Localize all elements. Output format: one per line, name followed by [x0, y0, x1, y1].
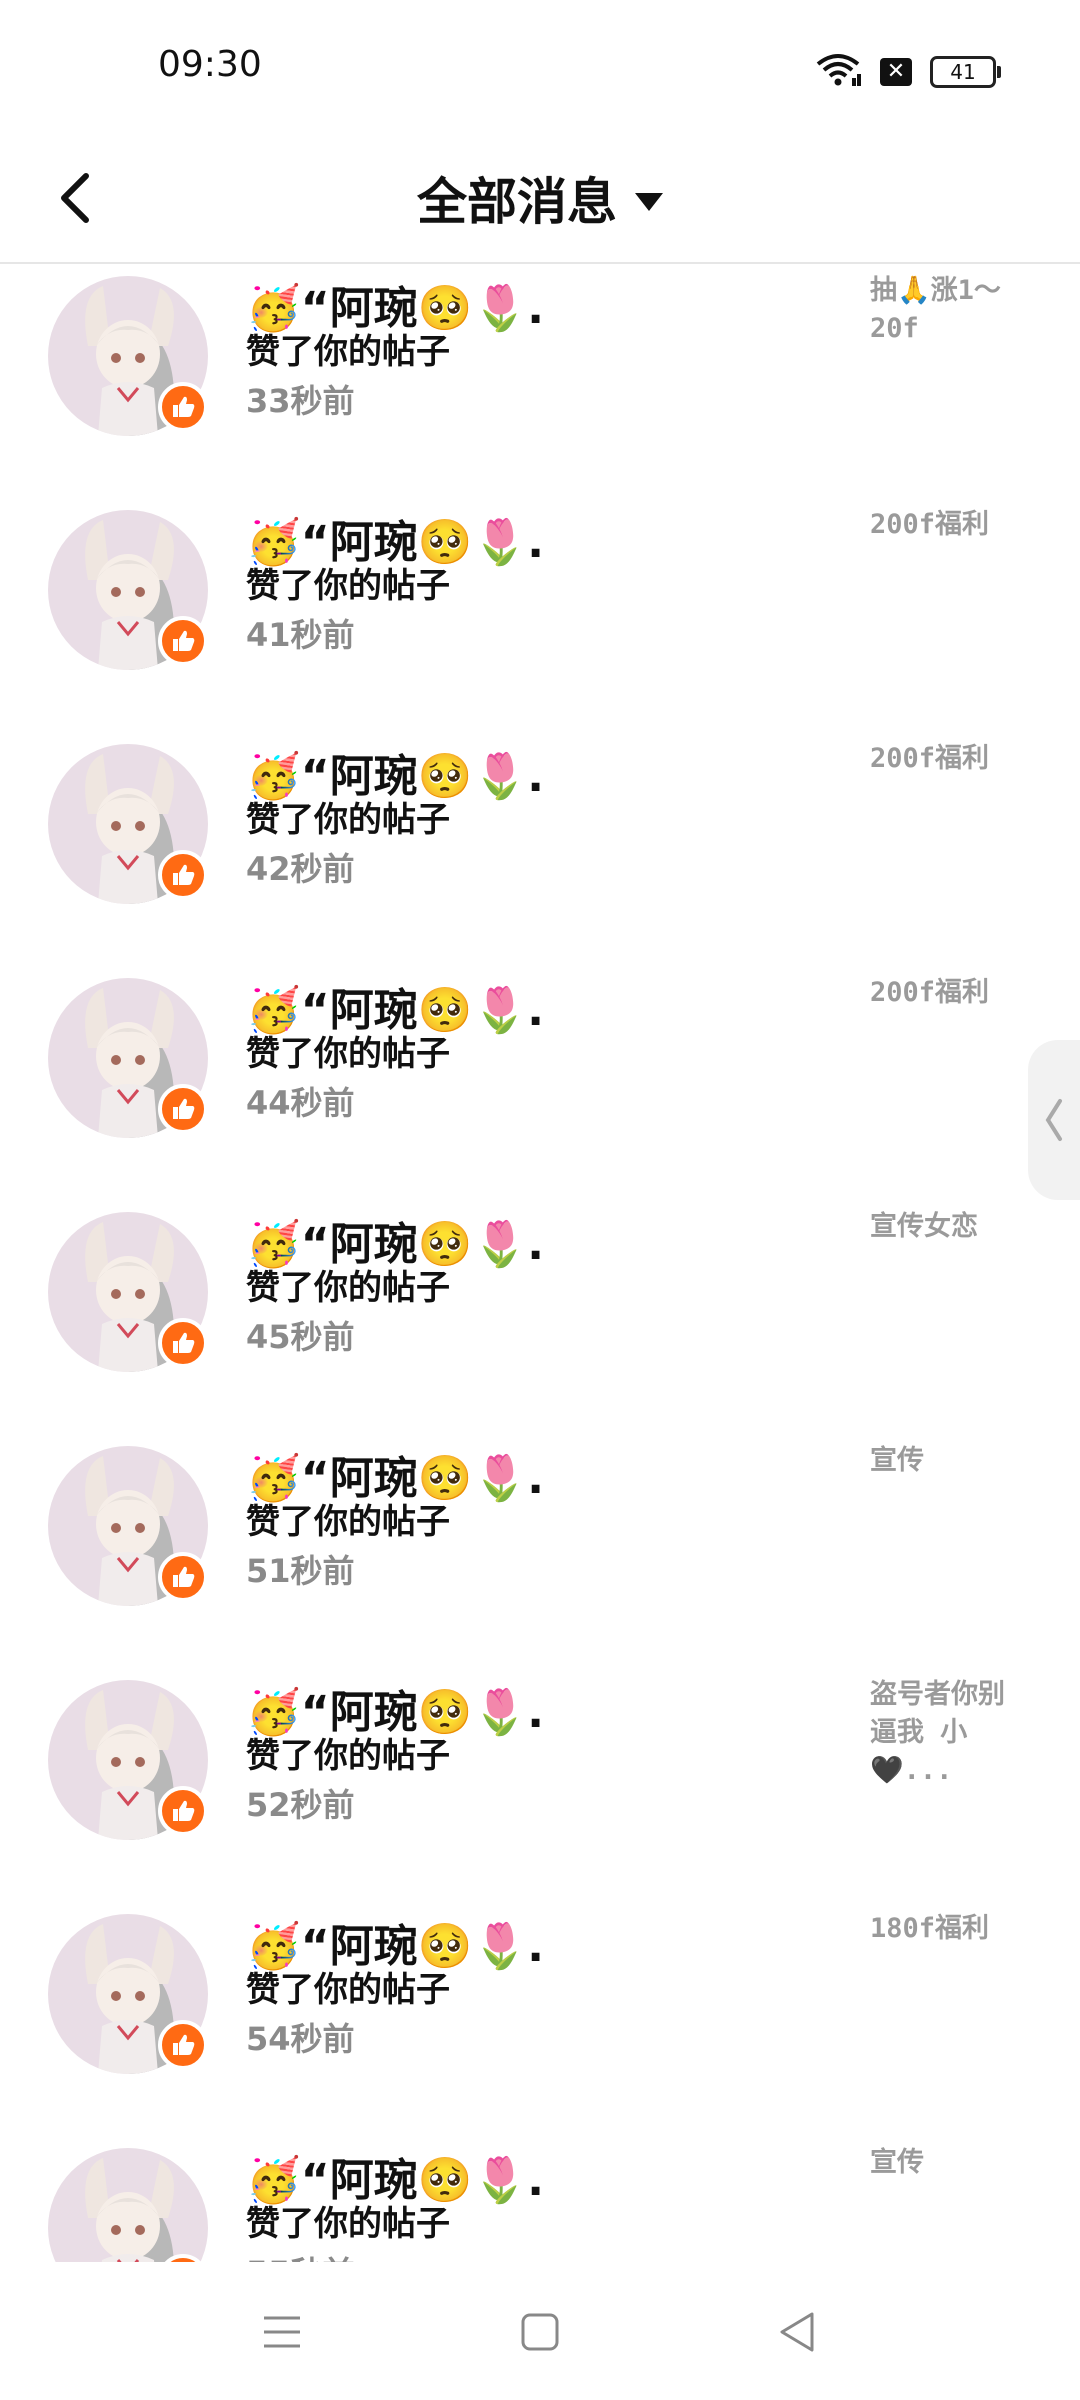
message-time: 51秒前 — [246, 1552, 355, 1590]
battery-level: 41 — [950, 60, 976, 84]
back-triangle-icon — [780, 2312, 814, 2352]
thumbs-up-icon — [158, 382, 208, 432]
status-time: 09:30 — [158, 44, 262, 85]
page-title: 全部消息 — [417, 173, 617, 231]
thumbs-up-icon — [158, 616, 208, 666]
message-item[interactable]: 🥳“阿琬🥺🌷. 赞了你的帖子 42秒前 200f福利 — [0, 732, 1080, 966]
message-time: 42秒前 — [246, 850, 355, 888]
message-item[interactable]: 🥳“阿琬🥺🌷. 赞了你的帖子 33秒前 抽🙏涨1～20f — [0, 264, 1080, 498]
message-action: 赞了你的帖子 — [246, 1970, 450, 2010]
thumbs-up-icon — [158, 850, 208, 900]
home-button[interactable] — [510, 2302, 570, 2362]
post-preview[interactable]: 200f福利 — [870, 974, 1020, 1012]
post-preview[interactable]: 宣传 — [870, 1442, 1020, 1480]
header: 全部消息 — [0, 140, 1080, 264]
message-time: 55秒前 — [246, 2248, 355, 2262]
status-bar: 09:30 ✕ 41 — [0, 0, 1080, 140]
thumbs-up-icon — [158, 1786, 208, 1836]
thumbs-up-icon — [158, 2020, 208, 2070]
message-item[interactable]: 🥳“阿琬🥺🌷. 赞了你的帖子 52秒前 盗号者你别逼我 小🖤... — [0, 1668, 1080, 1902]
post-preview[interactable]: 宣传 — [870, 2144, 1020, 2182]
message-item[interactable]: 🥳“阿琬🥺🌷. 赞了你的帖子 51秒前 宣传 — [0, 1434, 1080, 1668]
message-list[interactable]: 🥳“阿琬🥺🌷. 赞了你的帖子 33秒前 抽🙏涨1～20f 🥳“阿琬🥺🌷. 赞了你… — [0, 264, 1080, 2262]
no-sim-icon: ✕ — [880, 58, 912, 86]
message-action: 赞了你的帖子 — [246, 1034, 450, 1074]
post-preview[interactable]: 宣传女恋 — [870, 1208, 1020, 1246]
side-drawer-handle[interactable] — [1028, 1040, 1080, 1200]
post-preview[interactable]: 200f福利 — [870, 740, 1020, 778]
message-action: 赞了你的帖子 — [246, 800, 450, 840]
page-title-dropdown[interactable]: 全部消息 — [0, 162, 1080, 234]
message-action: 赞了你的帖子 — [246, 1502, 450, 1542]
avatar[interactable] — [48, 2148, 208, 2262]
message-time: 33秒前 — [246, 382, 355, 420]
post-preview[interactable]: 200f福利 — [870, 506, 1020, 544]
message-action: 赞了你的帖子 — [246, 2204, 450, 2244]
message-action: 赞了你的帖子 — [246, 566, 450, 606]
message-action: 赞了你的帖子 — [246, 1268, 450, 1308]
menu-button[interactable] — [252, 2302, 312, 2362]
wifi-icon — [814, 52, 862, 92]
thumbs-up-icon — [158, 1552, 208, 1602]
thumbs-up-icon — [158, 1084, 208, 1134]
message-time: 41秒前 — [246, 616, 355, 654]
post-preview[interactable]: 180f福利 — [870, 1910, 1020, 1948]
system-nav-bar — [0, 2262, 1080, 2400]
thumbs-up-icon — [158, 1318, 208, 1368]
post-preview[interactable]: 抽🙏涨1～20f — [870, 272, 1020, 348]
battery-icon: 41 — [930, 56, 1001, 88]
caret-down-icon — [635, 192, 663, 211]
message-item[interactable]: 🥳“阿琬🥺🌷. 赞了你的帖子 45秒前 宣传女恋 — [0, 1200, 1080, 1434]
message-item[interactable]: 🥳“阿琬🥺🌷. 赞了你的帖子 44秒前 200f福利 — [0, 966, 1080, 1200]
message-time: 44秒前 — [246, 1084, 355, 1122]
message-item[interactable]: 🥳“阿琬🥺🌷. 赞了你的帖子 54秒前 180f福利 — [0, 1902, 1080, 2136]
back-nav-button[interactable] — [768, 2302, 828, 2362]
status-icons: ✕ 41 — [814, 52, 1001, 92]
message-action: 赞了你的帖子 — [246, 1736, 450, 1776]
message-item[interactable]: 🥳“阿琬🥺🌷. 赞了你的帖子 55秒前 宣传 — [0, 2136, 1080, 2262]
home-square-icon — [521, 2313, 559, 2351]
chevron-left-icon — [1045, 1099, 1062, 1141]
message-item[interactable]: 🥳“阿琬🥺🌷. 赞了你的帖子 41秒前 200f福利 — [0, 498, 1080, 732]
message-action: 赞了你的帖子 — [246, 332, 450, 372]
menu-icon — [264, 2316, 300, 2348]
message-time: 54秒前 — [246, 2020, 355, 2058]
post-preview[interactable]: 盗号者你别逼我 小🖤... — [870, 1676, 1020, 1790]
message-time: 52秒前 — [246, 1786, 355, 1824]
message-time: 45秒前 — [246, 1318, 355, 1356]
